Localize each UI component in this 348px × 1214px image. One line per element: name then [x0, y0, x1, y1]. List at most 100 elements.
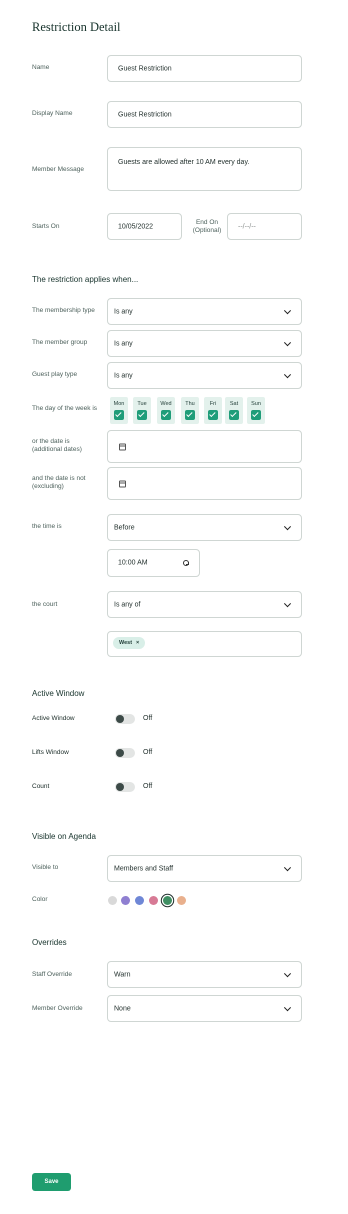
member-override-select[interactable]: None	[107, 995, 302, 1022]
day-thu[interactable]: Thu	[181, 397, 199, 424]
member-group-label: The member group	[32, 339, 88, 346]
member-group-select[interactable]: Is any	[107, 330, 302, 357]
clock-icon	[183, 560, 189, 566]
color-swatch[interactable]	[149, 896, 158, 905]
excluded-dates-input[interactable]	[107, 467, 302, 500]
day-checkbox-fri[interactable]	[208, 410, 218, 420]
visible-to-label: Visible to	[32, 864, 59, 871]
starts-on-input[interactable]: 10/05/2022	[107, 213, 182, 240]
active-window-toggle[interactable]	[115, 714, 135, 724]
page-title: Restriction Detail	[32, 20, 121, 34]
additional-dates-input[interactable]	[107, 430, 302, 463]
guest-play-type-label: Guest play type	[32, 371, 78, 378]
color-swatch[interactable]	[121, 896, 130, 905]
save-button[interactable]: Save	[32, 1173, 71, 1191]
time-value: 10:00 AM	[118, 559, 148, 567]
starts-on-label: Starts On	[32, 223, 60, 230]
time-label: the time is	[32, 523, 62, 530]
toggle-knob	[116, 749, 124, 757]
member-group-value: Is any	[114, 340, 133, 347]
time-input[interactable]: 10:00 AM	[107, 549, 200, 577]
color-swatch[interactable]	[177, 896, 186, 905]
additional-dates-label-line2: (additional dates)	[32, 446, 82, 453]
member-message-value: Guests are allowed after 10 AM every day…	[118, 159, 250, 166]
day-tue[interactable]: Tue	[133, 397, 151, 424]
day-wed[interactable]: Wed	[157, 397, 175, 424]
court-condition-value: Is any of	[114, 601, 141, 608]
membership-type-select[interactable]: Is any	[107, 298, 302, 325]
display-name-value: Guest Restriction	[118, 111, 172, 118]
day-checkbox-thu[interactable]	[185, 410, 195, 420]
court-condition-select[interactable]: Is any of	[107, 591, 302, 618]
excluded-dates-label-line1: and the date is not	[32, 475, 86, 482]
active-window-toggle-state: Off	[143, 715, 153, 722]
chevron-down-icon	[283, 522, 292, 530]
excluded-dates-label-line2: (excluding)	[32, 483, 64, 490]
day-checkbox-wed[interactable]	[161, 410, 171, 420]
calendar-icon	[119, 480, 126, 487]
time-condition-value: Before	[114, 524, 135, 531]
member-message-label: Member Message	[32, 166, 85, 173]
close-icon[interactable]: ×	[136, 640, 139, 646]
chevron-down-icon	[283, 306, 292, 314]
day-mon[interactable]: Mon	[110, 397, 128, 424]
day-checkbox-tue[interactable]	[137, 410, 147, 420]
membership-type-value: Is any	[114, 308, 133, 315]
visible-to-select[interactable]: Members and Staff	[107, 855, 302, 882]
court-chip-label: West	[119, 640, 133, 646]
calendar-icon	[119, 443, 126, 450]
count-toggle-state: Off	[143, 783, 153, 790]
day-label: Wed	[160, 401, 172, 407]
day-label: Sat	[229, 401, 239, 407]
day-checkbox-sat[interactable]	[229, 410, 239, 420]
staff-override-value: Warn	[114, 971, 131, 978]
count-toggle[interactable]	[115, 782, 135, 792]
color-swatch[interactable]	[163, 896, 172, 905]
chevron-down-icon	[283, 338, 292, 346]
chevron-down-icon	[283, 370, 292, 378]
day-checkbox-mon[interactable]	[114, 410, 124, 420]
day-label: Sun	[251, 401, 261, 407]
day-label: Tue	[137, 401, 147, 407]
name-input[interactable]: Guest Restriction	[107, 55, 302, 82]
chevron-down-icon	[283, 863, 292, 871]
ends-on-label: End On (Optional)	[190, 219, 224, 235]
day-of-week-label: The day of the week is	[32, 405, 98, 412]
day-checkbox-sun[interactable]	[251, 410, 261, 420]
day-label: Fri	[209, 401, 217, 407]
color-swatch[interactable]	[135, 896, 144, 905]
court-chip[interactable]: West ×	[113, 637, 146, 649]
excluded-dates-label: and the date is not (excluding)	[32, 475, 86, 491]
toggle-knob	[116, 715, 124, 723]
member-message-textarea[interactable]: Guests are allowed after 10 AM every day…	[107, 147, 302, 191]
color-label: Color	[32, 896, 48, 903]
active-window-toggle-label: Active Window	[32, 715, 75, 722]
display-name-input[interactable]: Guest Restriction	[107, 101, 302, 128]
count-toggle-label: Count	[32, 783, 50, 790]
agenda-heading: Visible on Agenda	[32, 832, 96, 841]
membership-type-label: The membership type	[32, 307, 95, 314]
active-window-heading: Active Window	[32, 689, 85, 698]
day-sat[interactable]: Sat	[225, 397, 243, 424]
court-label: the court	[32, 601, 58, 608]
staff-override-select[interactable]: Warn	[107, 961, 302, 988]
time-condition-select[interactable]: Before	[107, 514, 302, 541]
day-fri[interactable]: Fri	[204, 397, 222, 424]
chevron-down-icon	[283, 1003, 292, 1011]
day-sun[interactable]: Sun	[247, 397, 265, 424]
ends-on-placeholder: --/--/--	[238, 223, 256, 230]
overrides-heading: Overrides	[32, 938, 67, 947]
day-label: Mon	[113, 401, 125, 407]
day-label: Thu	[185, 401, 195, 407]
ends-on-input[interactable]: --/--/--	[227, 213, 302, 240]
guest-play-type-select[interactable]: Is any	[107, 362, 302, 389]
lifts-window-toggle[interactable]	[115, 748, 135, 758]
lifts-window-toggle-label: Lifts Window	[32, 749, 69, 756]
chevron-down-icon	[283, 599, 292, 607]
toggle-knob	[116, 783, 124, 791]
staff-override-label: Staff Override	[32, 971, 72, 978]
color-swatch[interactable]	[108, 896, 117, 905]
name-value: Guest Restriction	[118, 65, 172, 72]
chevron-down-icon	[283, 969, 292, 977]
applies-heading: The restriction applies when...	[32, 275, 139, 284]
